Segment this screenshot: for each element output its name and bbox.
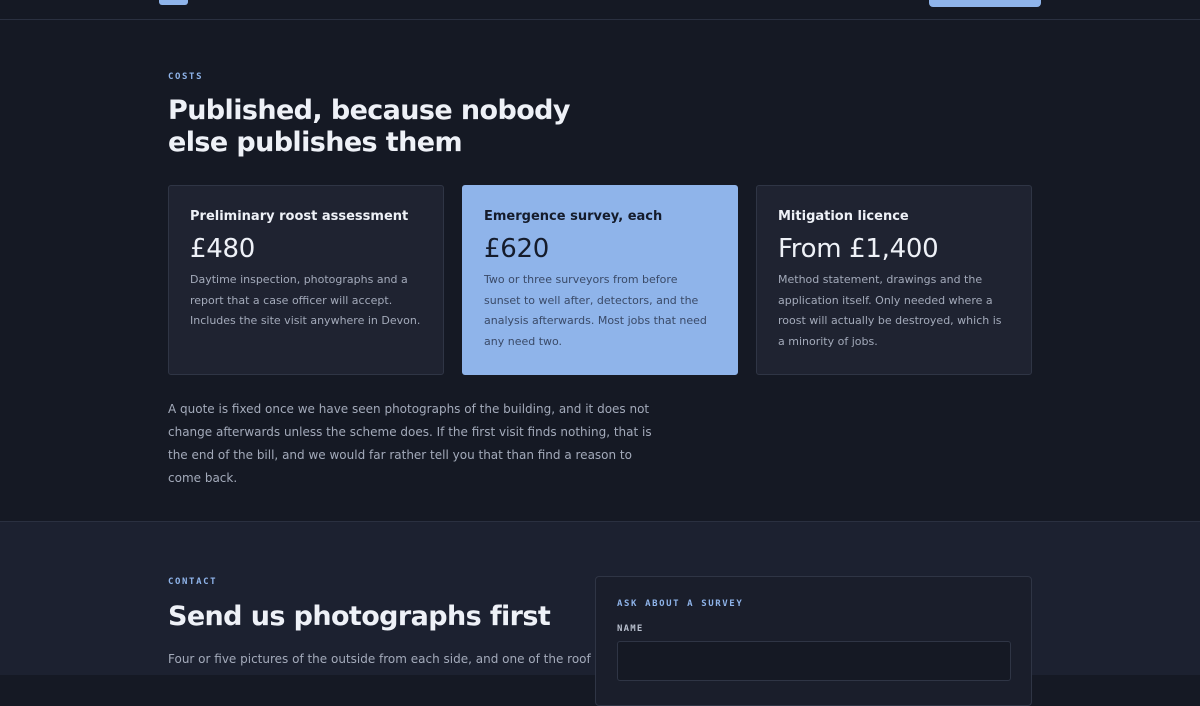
price-card-preliminary-roost: Preliminary roost assessment £480 Daytim… [168, 185, 444, 375]
survey-enquiry-form: ASK ABOUT A SURVEY NAME [595, 576, 1032, 706]
form-eyebrow: ASK ABOUT A SURVEY [617, 599, 744, 609]
price-card-emergence-survey: Emergence survey, each £620 Two or three… [462, 185, 738, 375]
price-card-title: Preliminary roost assessment [190, 209, 409, 224]
section-heading: Send us photographs first [168, 601, 551, 632]
section-heading: Published, because nobody else publishes… [168, 95, 570, 158]
section-eyebrow: CONTACT [168, 577, 218, 587]
logo[interactable] [159, 0, 188, 5]
price-card-price: £480 [190, 234, 255, 264]
price-card-price: From £1,400 [778, 234, 939, 264]
price-card-mitigation-licence: Mitigation licence From £1,400 Method st… [756, 185, 1032, 375]
costs-section: COSTS Published, because nobody else pub… [0, 21, 1200, 521]
price-card-title: Mitigation licence [778, 209, 909, 224]
price-card-price: £620 [484, 234, 549, 264]
name-field[interactable] [617, 641, 1011, 681]
contact-section: CONTACT Send us photographs first Four o… [0, 521, 1200, 706]
section-eyebrow: COSTS [168, 72, 204, 82]
quote-note: A quote is fixed once we have seen photo… [168, 402, 652, 485]
price-card-title: Emergence survey, each [484, 209, 663, 224]
price-card-description: Two or three surveyors from before sunse… [484, 273, 707, 348]
contact-lead-text: Four or five pictures of the outside fro… [168, 652, 591, 666]
price-card-description: Daytime inspection, photographs and a re… [190, 273, 421, 327]
name-label: NAME [617, 624, 644, 634]
header-cta-button[interactable] [929, 0, 1041, 7]
site-header [0, 0, 1200, 20]
price-card-description: Method statement, drawings and the appli… [778, 273, 1002, 348]
